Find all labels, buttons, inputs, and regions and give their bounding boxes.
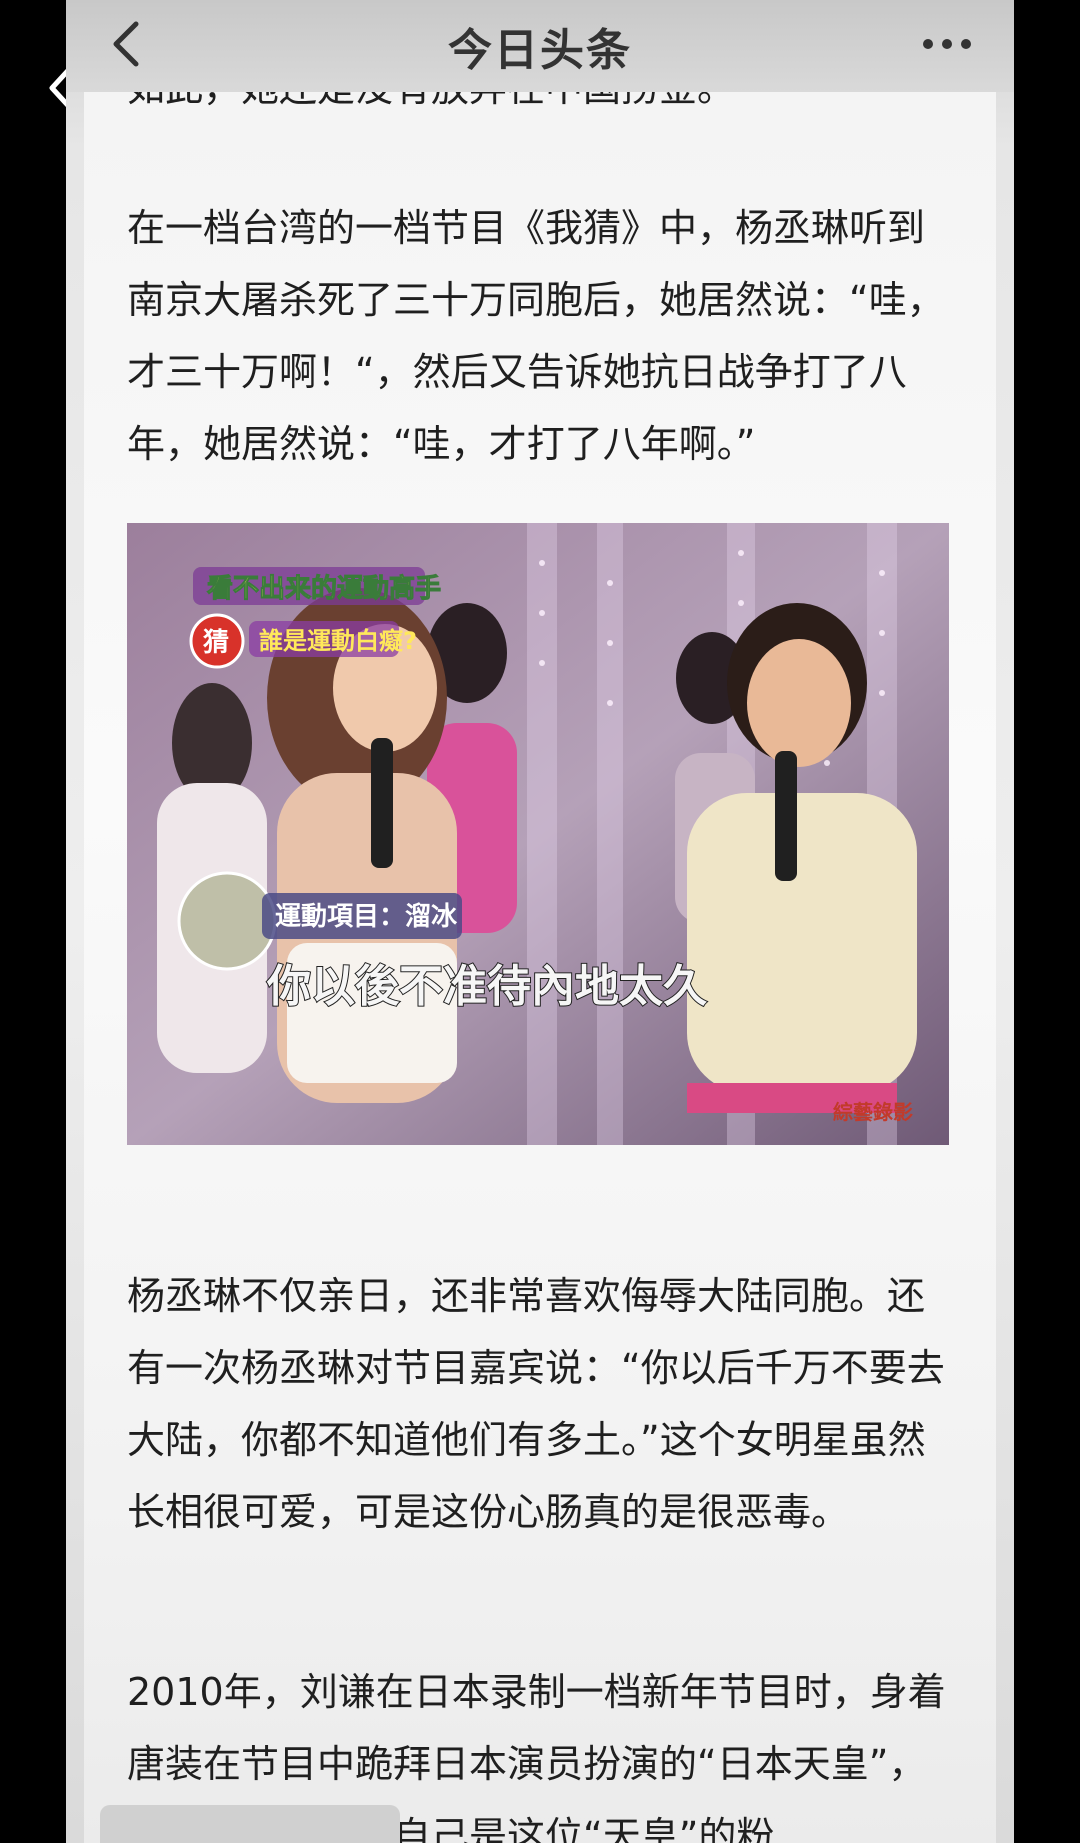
article-image[interactable]: 看不出来的運動高手 猜 誰是運動白癡? 運動項目：溜冰 你以後不准待內地太久 綜…	[127, 523, 949, 1145]
article-paragraph: 杨丞琳不仅亲日，还非常喜欢侮辱大陆同胞。还有一次杨丞琳对节目嘉宾说：“你以后千万…	[127, 1274, 945, 1534]
image-sport-label: 運動項目：溜冰	[275, 901, 458, 932]
bottom-comment-bar[interactable]	[100, 1805, 400, 1843]
article-paragraph-cut: 如此，她还是没有放弃在中国捞金。	[127, 92, 957, 124]
article-body: 如此，她还是没有放弃在中国捞金。 在一档台湾的一档节目《我猜》中，杨丞琳听到南京…	[84, 92, 996, 1843]
article-paragraph: 在一档台湾的一档节目《我猜》中，杨丞琳听到南京大屠杀死了三十万同胞后，她居然说：…	[127, 206, 945, 466]
more-dots-icon[interactable]	[920, 24, 974, 64]
top-nav-bar: 今日头条	[66, 0, 1014, 92]
tv-show-screenshot: 看不出来的運動高手 猜 誰是運動白癡? 運動項目：溜冰 你以後不准待內地太久 綜…	[127, 523, 949, 1145]
image-badge: 猜	[202, 628, 229, 658]
phone-screen: 今日头条 如此，她还是没有放弃在中国捞金。 在一档台湾的一档节目《我猜》中，杨丞…	[66, 0, 1014, 1843]
image-top-caption: 看不出来的運動高手	[207, 573, 441, 604]
image-subtitle: 你以後不准待內地太久	[266, 961, 707, 1012]
app-title: 今日头条	[448, 25, 632, 76]
image-watermark: 綜藝錄影	[833, 1100, 913, 1124]
image-question: 誰是運動白癡?	[259, 627, 417, 655]
